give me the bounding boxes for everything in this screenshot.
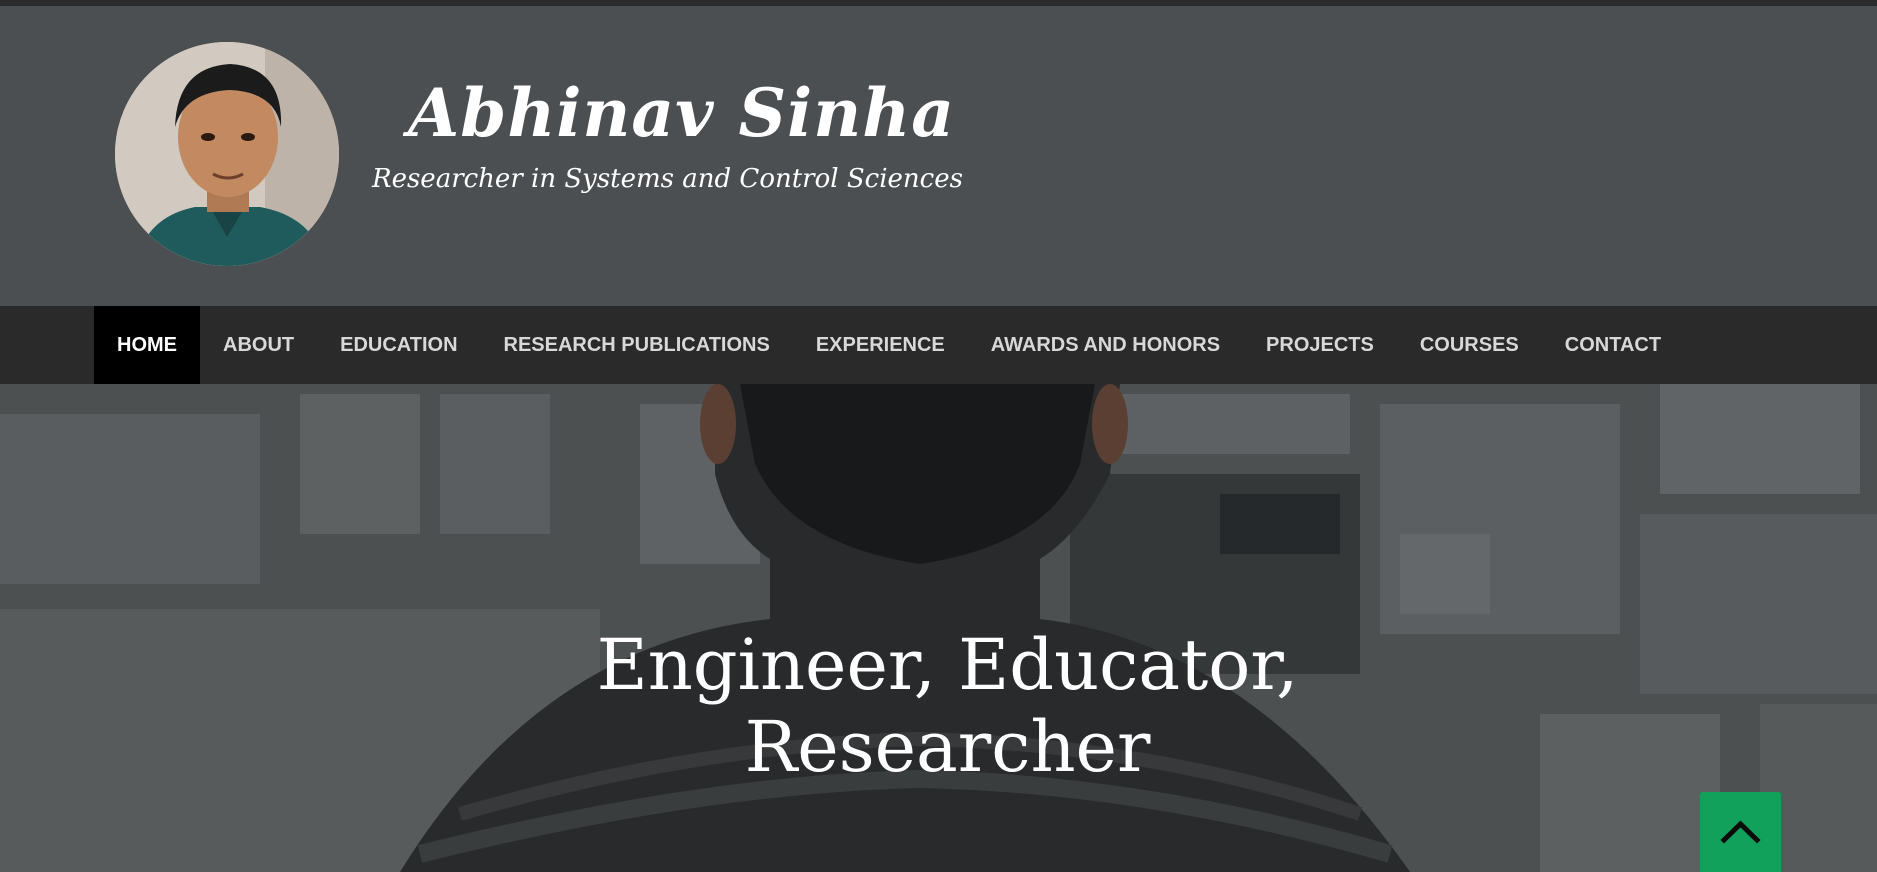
- chevron-up-icon: [1720, 820, 1761, 844]
- site-title[interactable]: Abhinav Sinha: [408, 74, 955, 152]
- site-tagline: Researcher in Systems and Control Scienc…: [372, 164, 963, 194]
- nav-item-about[interactable]: ABOUT: [200, 306, 317, 384]
- hero-headline-line-2: Researcher: [744, 706, 1151, 788]
- nav-item-awards-and-honors[interactable]: AWARDS AND HONORS: [968, 306, 1243, 384]
- nav-item-experience[interactable]: EXPERIENCE: [793, 306, 968, 384]
- hero-headline-line-1: Engineer, Educator,: [596, 624, 1299, 706]
- nav-list: HOME ABOUT EDUCATION RESEARCH PUBLICATIO…: [94, 306, 1684, 384]
- nav-item-contact[interactable]: CONTACT: [1542, 306, 1684, 384]
- site-header: Abhinav Sinha Researcher in Systems and …: [0, 6, 1877, 306]
- nav-item-courses[interactable]: COURSES: [1397, 306, 1542, 384]
- nav-item-research-publications[interactable]: RESEARCH PUBLICATIONS: [481, 306, 793, 384]
- nav-item-education[interactable]: EDUCATION: [317, 306, 480, 384]
- scroll-to-top-button[interactable]: [1700, 792, 1781, 872]
- main-navigation: HOME ABOUT EDUCATION RESEARCH PUBLICATIO…: [0, 306, 1877, 384]
- nav-item-projects[interactable]: PROJECTS: [1243, 306, 1397, 384]
- nav-item-home[interactable]: HOME: [94, 306, 200, 384]
- hero-headline: Engineer, Educator, Researcher: [0, 624, 1877, 788]
- hero-banner: Engineer, Educator, Researcher: [0, 384, 1877, 872]
- profile-avatar: [115, 42, 339, 266]
